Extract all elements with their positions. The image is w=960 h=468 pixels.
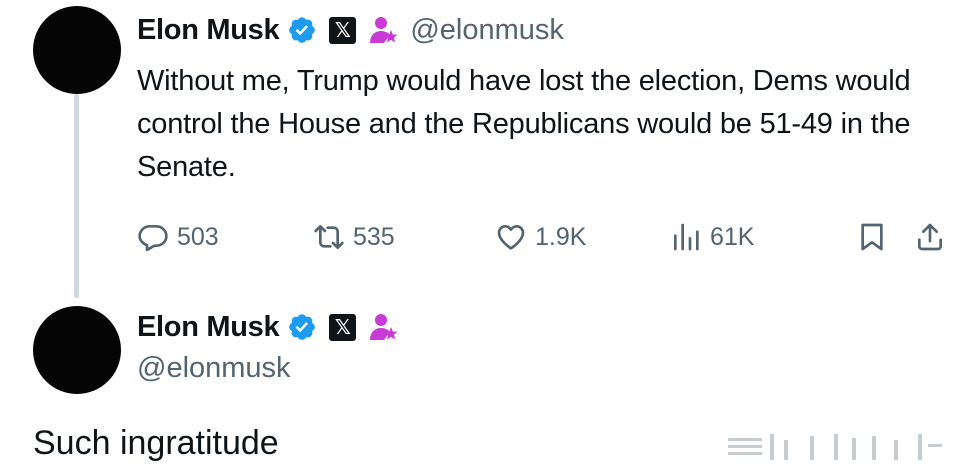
affiliate-person-icon[interactable]	[368, 14, 400, 46]
heart-icon	[497, 225, 525, 250]
thread-connector-line	[74, 94, 79, 298]
author-handle[interactable]: @elonmusk	[137, 352, 291, 385]
reply-button[interactable]: 503	[137, 217, 219, 257]
post-header: Elon Musk 𝕏 @elonmusk	[137, 12, 564, 48]
post-text: Without me, Trump would have lost the el…	[137, 65, 911, 183]
share-button[interactable]	[914, 217, 954, 257]
author-handle[interactable]: @elonmusk	[410, 14, 564, 47]
bar-chart-icon	[674, 223, 699, 251]
verified-badge-icon[interactable]	[287, 15, 317, 45]
speech-bubble-icon	[138, 225, 168, 252]
view-count: 61K	[710, 222, 755, 251]
repost-count: 535	[353, 222, 395, 251]
bookmark-button[interactable]	[856, 217, 896, 257]
x-logo-icon: 𝕏	[329, 16, 357, 44]
like-count: 1.9K	[535, 222, 587, 251]
share-upload-icon	[918, 223, 942, 251]
avatar[interactable]	[33, 306, 121, 394]
affiliate-person-icon[interactable]	[368, 311, 400, 343]
author-name[interactable]: Elon Musk	[137, 14, 280, 47]
reply-count: 503	[177, 222, 219, 251]
reply-header: Elon Musk 𝕏	[137, 309, 400, 345]
watermark-graphic	[728, 434, 942, 460]
bookmark-icon	[861, 223, 883, 251]
repost-arrows-icon	[314, 225, 344, 249]
verified-badge-icon[interactable]	[287, 312, 317, 342]
x-logo-icon: 𝕏	[329, 313, 357, 341]
like-button[interactable]: 1.9K	[495, 217, 586, 257]
author-name[interactable]: Elon Musk	[137, 311, 280, 344]
avatar[interactable]	[33, 6, 121, 94]
views-button[interactable]: 61K	[670, 217, 754, 257]
reply-text: Such ingratitude	[33, 424, 279, 462]
repost-button[interactable]: 535	[313, 217, 395, 257]
